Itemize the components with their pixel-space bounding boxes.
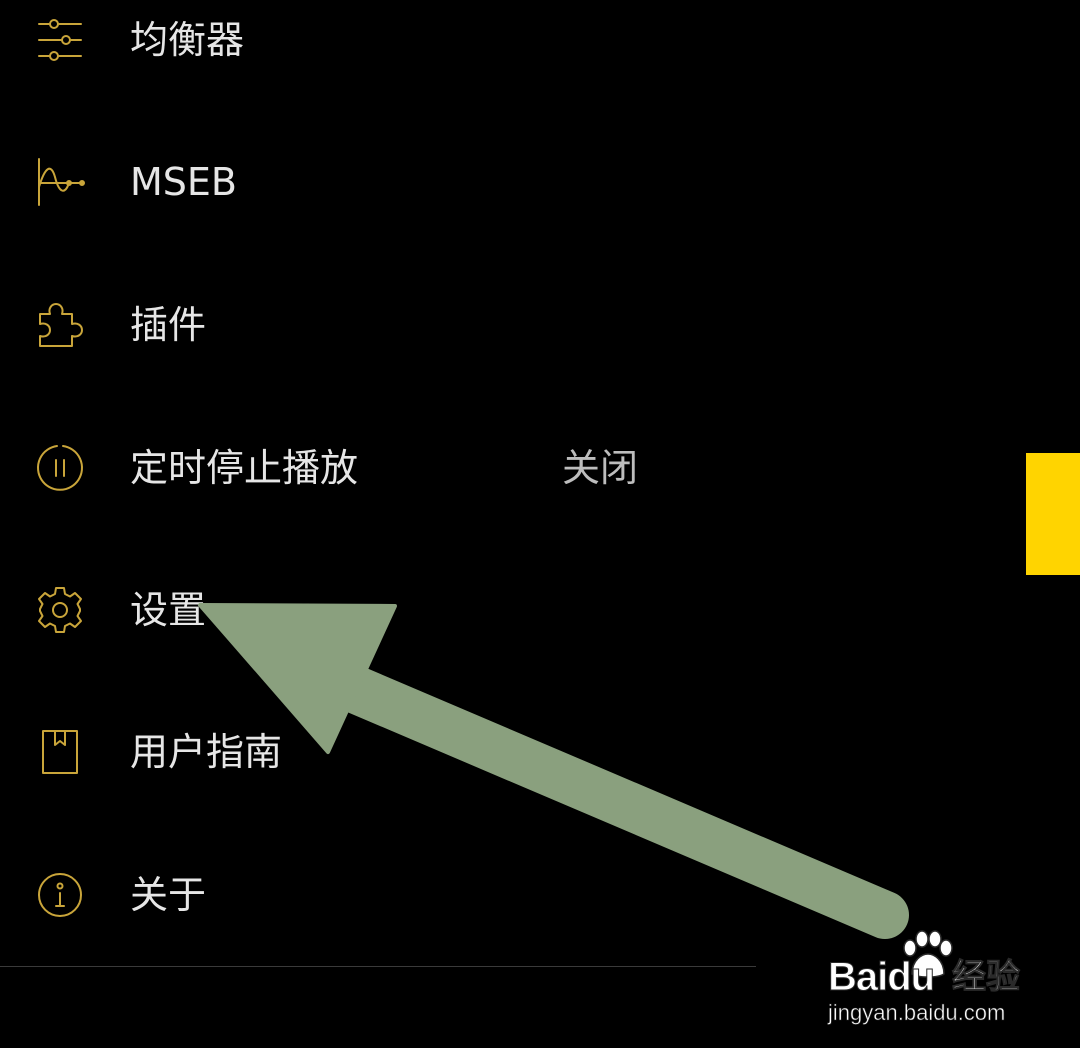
waveform-curve-icon <box>34 122 86 242</box>
watermark-url: jingyan.baidu.com <box>828 1000 1006 1026</box>
watermark-brand-cn: 经验 <box>952 957 1021 998</box>
menu-item-label: 关于 <box>130 873 207 917</box>
menu-item-settings[interactable]: 设置 <box>0 550 760 670</box>
bookmark-book-icon <box>34 692 86 812</box>
menu-item-label: 设置 <box>130 588 207 632</box>
info-circle-icon <box>34 835 86 955</box>
sleep-timer-status: 关闭 <box>562 446 639 490</box>
side-menu: 均衡器 MSEB 插件 定时停止播放 关闭 设置 用户指南 关于 <box>0 0 760 968</box>
menu-item-label: 均衡器 <box>130 18 245 62</box>
menu-item-label: MSEB <box>130 160 237 204</box>
baidu-jingyan-watermark: Baidu 经验 jingyan.baidu.com <box>827 930 1058 1030</box>
menu-item-mseb[interactable]: MSEB <box>0 122 760 242</box>
menu-item-label: 用户指南 <box>130 730 283 774</box>
gear-icon <box>34 550 86 670</box>
menu-item-label: 定时停止播放 <box>130 446 359 490</box>
menu-item-user-guide[interactable]: 用户指南 <box>0 692 760 812</box>
pause-circle-icon <box>34 408 86 528</box>
watermark-brand: Baidu <box>827 955 935 1000</box>
menu-item-equalizer[interactable]: 均衡器 <box>0 0 760 100</box>
equalizer-sliders-icon <box>34 0 86 100</box>
menu-item-sleep-timer[interactable]: 定时停止播放 关闭 <box>0 408 760 528</box>
puzzle-piece-icon <box>34 265 86 385</box>
menu-item-about[interactable]: 关于 <box>0 835 760 955</box>
menu-item-label: 插件 <box>130 303 207 347</box>
menu-divider <box>0 966 756 967</box>
menu-item-plugins[interactable]: 插件 <box>0 265 760 385</box>
side-drawer-handle[interactable] <box>1026 453 1080 575</box>
